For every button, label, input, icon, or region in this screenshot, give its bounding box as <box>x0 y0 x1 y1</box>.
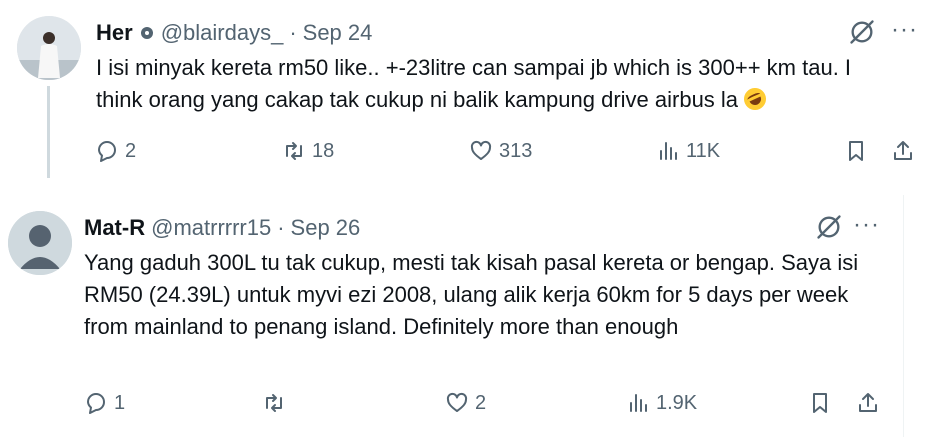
reply-count: 1 <box>114 391 126 414</box>
grok-icon[interactable] <box>848 18 876 46</box>
like-count: 2 <box>475 391 487 414</box>
bookmark-icon <box>813 393 827 413</box>
column-divider <box>903 195 904 437</box>
tweet-date[interactable]: Sep 24 <box>303 20 373 46</box>
views-count: 1.9K <box>656 391 698 414</box>
bookmark-button[interactable] <box>808 391 832 415</box>
separator-dot: · <box>289 20 297 45</box>
reply-icon <box>87 393 105 414</box>
rolling-on-floor-laughing-icon <box>740 84 770 114</box>
more-icon[interactable]: ··· <box>891 16 918 44</box>
repost-count: 18 <box>312 139 335 162</box>
views-count: 11K <box>686 139 721 162</box>
grok-icon[interactable] <box>815 213 843 241</box>
like-icon <box>470 140 492 160</box>
repost-button[interactable] <box>262 391 292 415</box>
like-button[interactable]: 313 <box>469 139 532 163</box>
avatar-default[interactable] <box>8 211 72 275</box>
tweet-date[interactable]: Sep 26 <box>291 215 361 241</box>
avatar[interactable] <box>17 16 81 80</box>
tweet-2[interactable]: Mat-R @matrrrrr15 · Sep 26 ··· Yang gadu… <box>0 195 948 437</box>
author-handle[interactable]: @blairdays_ <box>161 20 284 46</box>
like-button[interactable]: 2 <box>445 391 486 415</box>
reply-button[interactable]: 2 <box>95 139 136 163</box>
author-name[interactable]: Her <box>96 20 133 46</box>
verified-badge-icon <box>140 27 153 39</box>
separator-dot: · <box>277 215 285 240</box>
views-button[interactable]: 1.9K <box>626 391 697 415</box>
bookmark-button[interactable] <box>844 139 868 163</box>
tweet-text: I isi minyak kereta rm50 like.. +-23litr… <box>96 52 896 116</box>
thread-line <box>47 86 50 178</box>
views-icon <box>630 394 647 412</box>
more-icon[interactable]: ··· <box>853 211 880 239</box>
author-name[interactable]: Mat-R <box>84 215 145 241</box>
like-count: 313 <box>499 139 533 162</box>
views-button[interactable]: 11K <box>656 139 720 163</box>
tweet-1[interactable]: Her @blairdays_ · Sep 24 ··· I isi minya… <box>0 0 948 195</box>
repost-icon <box>286 142 302 160</box>
reply-icon <box>98 141 116 162</box>
tweet-text-content: I isi minyak kereta rm50 like.. +-23litr… <box>96 55 852 112</box>
author-handle[interactable]: @matrrrrr15 <box>151 215 271 241</box>
repost-button[interactable]: 18 <box>282 139 334 163</box>
share-icon <box>859 393 877 412</box>
tweet-text: Yang gaduh 300L tu tak cukup, mesti tak … <box>84 250 859 339</box>
repost-icon <box>266 394 282 412</box>
tweet-header: Mat-R @matrrrrr15 · Sep 26 <box>84 213 360 243</box>
like-icon <box>446 392 468 412</box>
reply-button[interactable]: 1 <box>84 391 125 415</box>
reply-count: 2 <box>125 139 137 162</box>
share-button[interactable] <box>856 391 880 415</box>
share-button[interactable] <box>891 139 915 163</box>
views-icon <box>660 142 677 160</box>
bookmark-icon <box>849 141 863 161</box>
share-icon <box>894 141 912 160</box>
tweet-header: Her @blairdays_ · Sep 24 <box>96 18 372 48</box>
